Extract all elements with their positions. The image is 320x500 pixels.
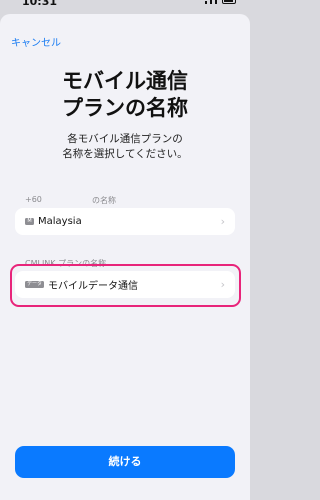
status-icons <box>205 0 236 4</box>
plan-name-sheet: キャンセル モバイル通信 プランの名称 各モバイル通信プランの 名称を選択してく… <box>0 14 250 500</box>
plan1-section-label: の名称 <box>92 196 116 205</box>
plan1-tag-icon: M <box>25 218 34 225</box>
continue-button[interactable]: 続ける <box>15 446 235 478</box>
status-time: 10:31 <box>22 0 58 8</box>
plan1-number-label: +60 <box>25 195 42 204</box>
chevron-right-icon: › <box>220 215 225 228</box>
signal-icon <box>215 0 217 4</box>
battery-icon <box>222 0 236 4</box>
status-bar: 10:31 <box>0 0 250 12</box>
subtitle-line: 各モバイル通信プランの <box>67 133 183 145</box>
cancel-button[interactable]: キャンセル <box>11 34 61 49</box>
signal-icon <box>205 1 207 4</box>
plan1-label: Malaysia <box>38 216 82 227</box>
subtitle-line: 名称を選択してください。 <box>62 148 188 160</box>
signal-icon <box>210 0 212 4</box>
page-title: モバイル通信 プランの名称 <box>0 68 250 122</box>
title-line: プランの名称 <box>62 96 188 120</box>
plan1-row[interactable]: M Malaysia › <box>15 208 235 235</box>
title-line: モバイル通信 <box>62 69 188 93</box>
highlight-box <box>10 264 241 307</box>
page-subtitle: 各モバイル通信プランの 名称を選択してください。 <box>0 132 250 162</box>
